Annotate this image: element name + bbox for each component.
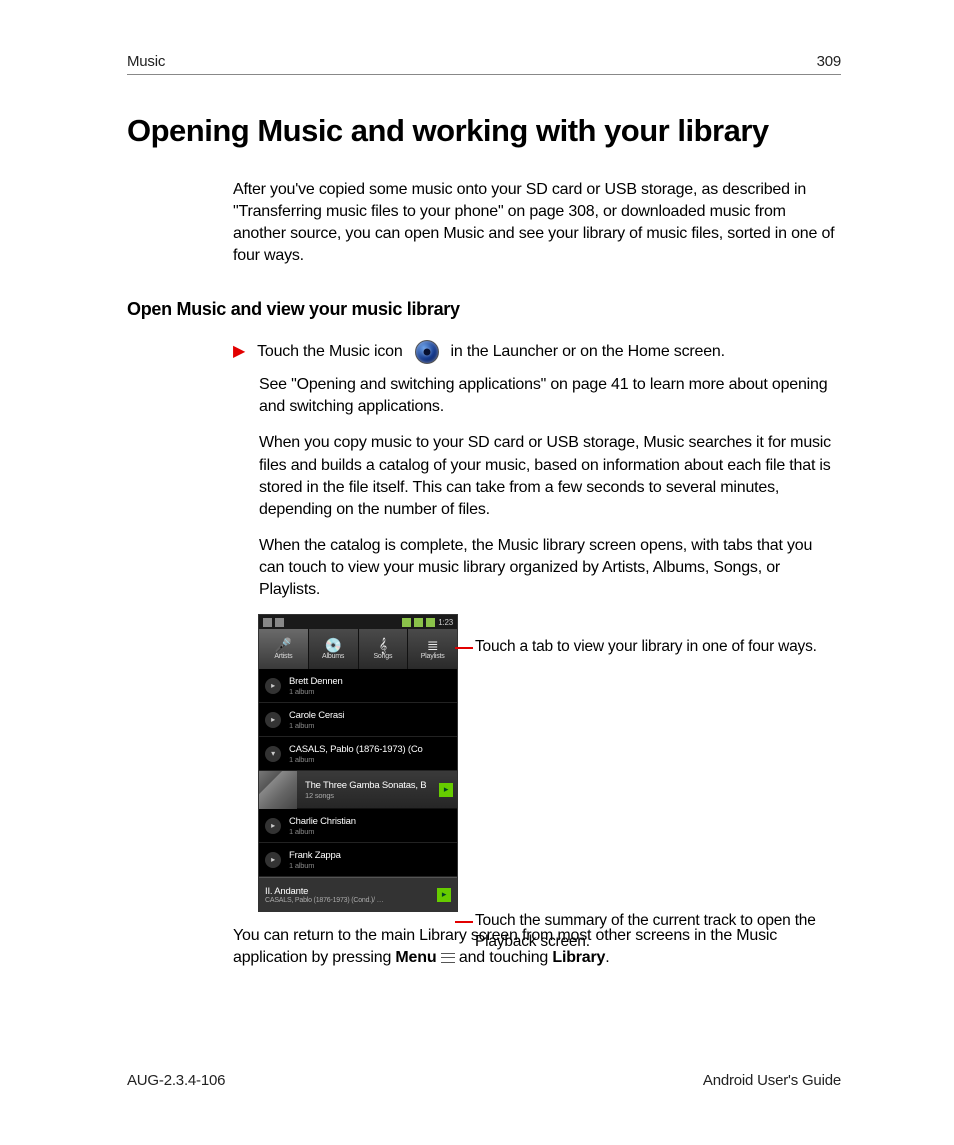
artist-row[interactable]: Brett Dennen 1 album	[259, 669, 457, 703]
intro-paragraph: After you've copied some music onto your…	[233, 179, 841, 267]
artist-row[interactable]: Frank Zappa 1 album	[259, 843, 457, 877]
tab-playlists[interactable]: ≣ Playlists	[408, 629, 457, 669]
page-footer: AUG-2.3.4-106 Android User's Guide	[127, 1072, 841, 1089]
music-app-icon	[415, 340, 439, 364]
collapse-icon[interactable]	[265, 746, 281, 762]
page-title: Opening Music and working with your libr…	[127, 113, 841, 149]
artist-name: Brett Dennen	[289, 676, 343, 687]
paragraph: See "Opening and switching applications"…	[259, 374, 841, 418]
bullet-post: in the Launcher or on the Home screen.	[451, 343, 725, 361]
expand-icon[interactable]	[265, 712, 281, 728]
status-clock: 1:23	[438, 618, 453, 627]
footer-right: Android User's Guide	[703, 1072, 841, 1089]
now-playing-bar[interactable]: II. Andante CASALS, Pablo (1876-1973) (C…	[259, 877, 457, 911]
screenshot-with-callouts: 1:23 🎤 Artists 💿 Albums 𝄞 Songs	[259, 615, 841, 911]
artist-name: CASALS, Pablo (1876-1973) (Co	[289, 744, 423, 755]
album-art	[259, 771, 297, 809]
tab-albums[interactable]: 💿 Albums	[309, 629, 359, 669]
status-icon	[402, 618, 411, 627]
tab-label: Albums	[322, 653, 344, 660]
artist-sub: 1 album	[289, 861, 341, 870]
callouts: Touch a tab to view your library in one …	[469, 615, 841, 911]
paragraph: When the catalog is complete, the Music …	[259, 535, 841, 601]
artist-name: Carole Cerasi	[289, 710, 344, 721]
signal-icon	[414, 618, 423, 627]
tab-label: Artists	[274, 653, 292, 660]
artist-sub: 1 album	[289, 755, 423, 764]
album-sub: 12 songs	[305, 791, 439, 800]
bullet-pre: Touch the Music icon	[257, 343, 402, 361]
phone-screenshot: 1:23 🎤 Artists 💿 Albums 𝄞 Songs	[259, 615, 457, 911]
callout-line	[455, 647, 473, 649]
callout-tabs: Touch a tab to view your library in one …	[475, 637, 817, 658]
microphone-icon: 🎤	[275, 638, 292, 652]
tab-songs[interactable]: 𝄞 Songs	[359, 629, 409, 669]
paragraph: When you copy music to your SD card or U…	[259, 432, 841, 520]
list-icon: ≣	[427, 638, 439, 652]
album-title: The Three Gamba Sonatas, B	[305, 780, 439, 791]
callout-nowplaying: Touch the summary of the current track t…	[475, 911, 841, 953]
status-icon	[263, 618, 272, 627]
battery-icon	[426, 618, 435, 627]
artist-row[interactable]: Carole Cerasi 1 album	[259, 703, 457, 737]
status-bar: 1:23	[259, 615, 457, 629]
callout-line	[455, 921, 473, 923]
play-indicator-icon	[439, 783, 453, 797]
page-header: Music 309	[127, 53, 841, 75]
triangle-bullet-icon: ▶	[233, 344, 245, 360]
expand-icon[interactable]	[265, 678, 281, 694]
menu-word: Menu	[395, 949, 436, 966]
artist-row[interactable]: CASALS, Pablo (1876-1973) (Co 1 album	[259, 737, 457, 771]
header-page-number: 309	[817, 53, 841, 70]
album-row[interactable]: The Three Gamba Sonatas, B 12 songs	[259, 771, 457, 809]
now-playing-title: II. Andante	[265, 886, 437, 897]
artist-sub: 1 album	[289, 827, 356, 836]
status-icon	[275, 618, 284, 627]
tab-label: Songs	[373, 653, 392, 660]
disc-icon: 💿	[325, 638, 342, 652]
expand-icon[interactable]	[265, 818, 281, 834]
footer-left: AUG-2.3.4-106	[127, 1072, 225, 1089]
header-section: Music	[127, 53, 165, 70]
expand-icon[interactable]	[265, 852, 281, 868]
artist-sub: 1 album	[289, 687, 343, 696]
tab-artists[interactable]: 🎤 Artists	[259, 629, 309, 669]
artist-name: Charlie Christian	[289, 816, 356, 827]
menu-icon	[441, 953, 455, 963]
artist-row[interactable]: Charlie Christian 1 album	[259, 809, 457, 843]
section-heading: Open Music and view your music library	[127, 299, 841, 320]
now-playing-sub: CASALS, Pablo (1876-1973) (Cond.)/ …	[265, 897, 437, 904]
tab-label: Playlists	[421, 653, 445, 660]
library-tabs: 🎤 Artists 💿 Albums 𝄞 Songs ≣ Playlists	[259, 629, 457, 669]
note-icon: 𝄞	[379, 638, 387, 652]
artist-sub: 1 album	[289, 721, 344, 730]
artist-name: Frank Zappa	[289, 850, 341, 861]
bullet-step: ▶ Touch the Music icon in the Launcher o…	[233, 340, 841, 364]
play-icon[interactable]	[437, 888, 451, 902]
